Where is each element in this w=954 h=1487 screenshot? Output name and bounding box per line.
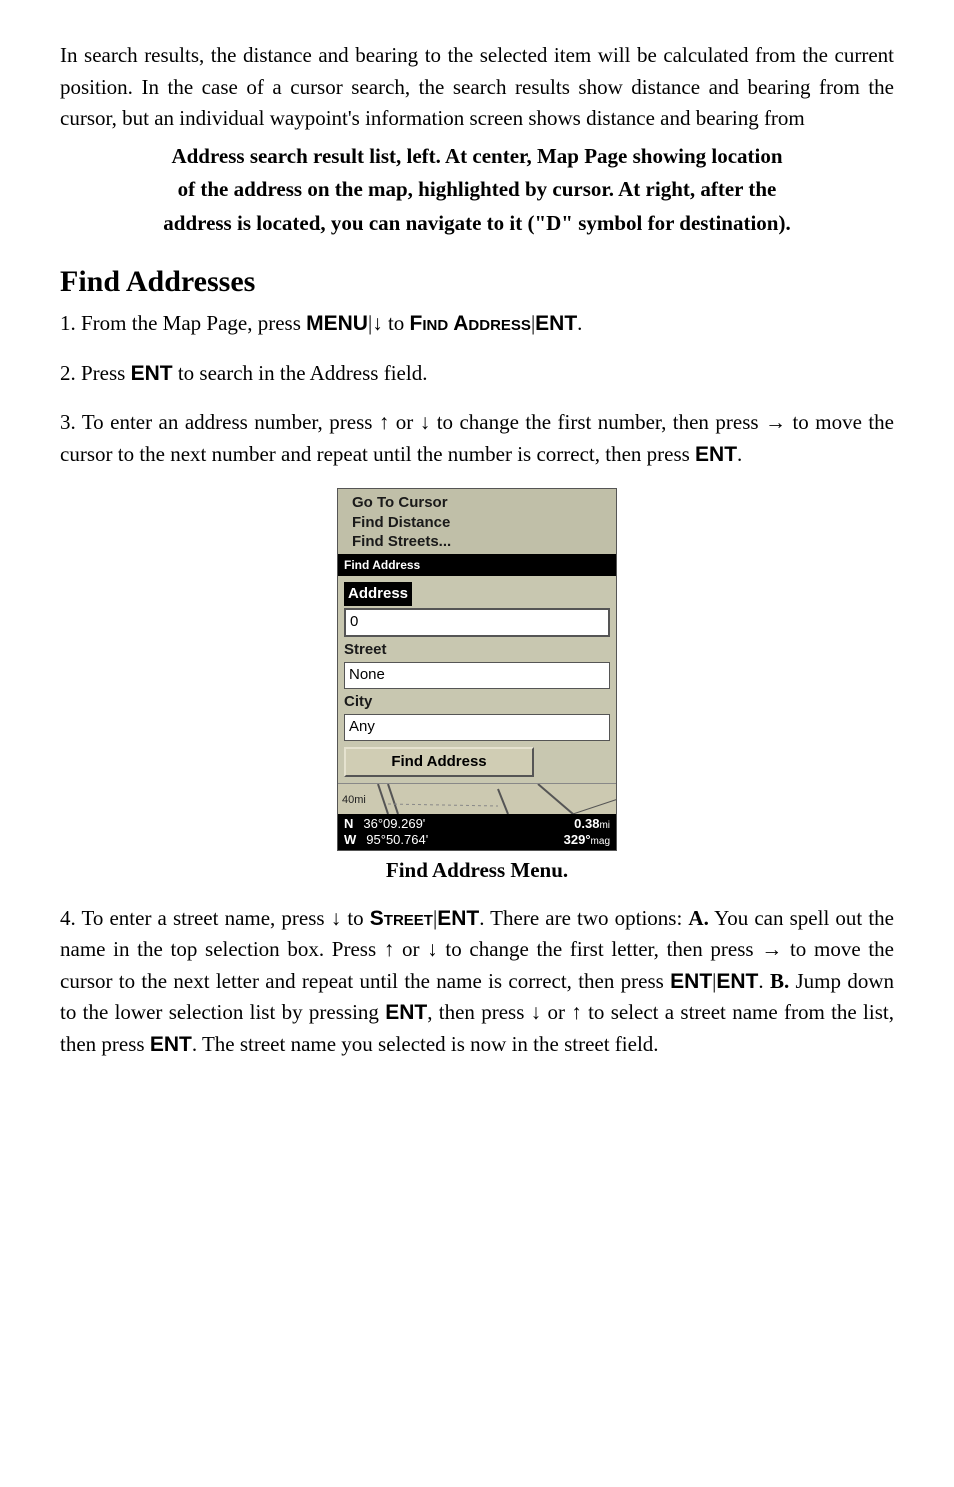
intro-paragraph: In search results, the distance and bear…	[60, 40, 894, 135]
lat-dir: N	[344, 816, 353, 831]
map-roads-icon	[338, 784, 616, 814]
figure: Go To Cursor Find Distance Find Streets.…	[60, 488, 894, 851]
step-4: 4. To enter a street name, press ↓ to St…	[60, 903, 894, 1061]
option-a-label: A.	[688, 906, 708, 930]
find-address-button: Find Address	[344, 747, 534, 778]
dist-value: 0.38	[574, 816, 599, 831]
menu-item-find-distance: Find Distance	[352, 513, 606, 533]
prev-caption-line1: Address search result list, left. At cen…	[60, 141, 894, 173]
distance-bearing: 0.38mi 329°mag	[564, 816, 610, 848]
s4-or: or	[394, 937, 427, 961]
key-ent: ENT	[716, 970, 758, 993]
step3-or: or	[389, 410, 419, 434]
s4-h: , then press	[427, 1000, 530, 1024]
key-ent: ENT	[670, 970, 712, 993]
input-city: Any	[344, 714, 610, 741]
label-street: Street	[344, 639, 610, 662]
s4-b: . There are two options:	[479, 906, 688, 930]
device-map-strip: 40mi	[338, 783, 616, 814]
key-ent: ENT	[437, 907, 479, 930]
prev-caption-line2: of the address on the map, highlighted b…	[60, 174, 894, 206]
option-b-label: B.	[770, 969, 789, 993]
step2-text-b: to search in the Address field.	[173, 361, 428, 385]
s4-a: 4. To enter a street name, press	[60, 906, 331, 930]
lat-value: 36°09.269'	[363, 816, 425, 831]
lon-value: 95°50.764'	[366, 832, 428, 847]
s4-j: . The street name you selected is now in…	[192, 1032, 659, 1056]
key-street: Street	[370, 907, 433, 930]
step-1: 1. From the Map Page, press MENU|↓ to Fi…	[60, 308, 894, 340]
s4-or2: or	[541, 1000, 571, 1024]
down-arrow-icon: ↓	[372, 312, 383, 335]
step-2: 2. Press ENT to search in the Address fi…	[60, 358, 894, 390]
s4-f: .	[758, 969, 770, 993]
step-3: 3. To enter an address number, press ↑ o…	[60, 407, 894, 470]
device-screenshot: Go To Cursor Find Distance Find Streets.…	[337, 488, 617, 851]
key-ent: ENT	[131, 362, 173, 385]
prev-caption-line3: address is located, you can navigate to …	[60, 208, 894, 240]
step2-text-a: 2. Press	[60, 361, 131, 385]
section-heading: Find Addresses	[60, 259, 894, 304]
step3-b: to change the first number, then press	[430, 410, 765, 434]
label-address: Address	[344, 582, 412, 607]
input-street: None	[344, 662, 610, 689]
label-city: City	[344, 691, 610, 714]
up-arrow-icon: ↑	[384, 938, 395, 961]
key-menu: MENU	[306, 312, 368, 335]
dist-unit: mi	[599, 820, 610, 831]
coordinates: N 36°09.269' W 95°50.764'	[344, 816, 428, 848]
down-arrow-icon: ↓	[331, 907, 342, 930]
down-arrow-icon: ↓	[531, 1001, 542, 1024]
bearing-unit: mag	[591, 836, 610, 847]
right-arrow-icon: →	[761, 938, 782, 961]
down-arrow-icon: ↓	[420, 411, 431, 434]
up-arrow-icon: ↑	[571, 1001, 582, 1024]
s4-to: to	[341, 906, 370, 930]
menu-item-goto-cursor: Go To Cursor	[352, 493, 606, 513]
bearing-value: 329°	[564, 832, 591, 847]
figure-caption: Find Address Menu.	[60, 855, 894, 887]
key-ent: ENT	[695, 443, 737, 466]
key-ent: ENT	[150, 1033, 192, 1056]
step1-to: to	[383, 311, 410, 335]
device-form: Address 0 Street None City Any Find Addr…	[338, 576, 616, 784]
down-arrow-icon: ↓	[427, 938, 438, 961]
menu-item-find-streets: Find Streets...	[352, 532, 606, 552]
right-arrow-icon: →	[765, 411, 786, 434]
menu-item-find-address-selected: Find Address	[338, 554, 616, 576]
up-arrow-icon: ↑	[379, 411, 390, 434]
step3-a: 3. To enter an address number, press	[60, 410, 379, 434]
lon-dir: W	[344, 832, 356, 847]
input-address: 0	[344, 608, 610, 637]
key-ent: ENT	[385, 1001, 427, 1024]
s4-d: to change the first letter, then press	[438, 937, 762, 961]
device-footer: N 36°09.269' W 95°50.764' 0.38mi 329°mag	[338, 814, 616, 850]
step1-end: .	[577, 311, 582, 335]
step1-text-a: 1. From the Map Page, press	[60, 311, 306, 335]
device-menu-top: Go To Cursor Find Distance Find Streets.…	[338, 489, 616, 554]
map-scale-label: 40mi	[342, 792, 366, 809]
key-ent: ENT	[535, 312, 577, 335]
key-find-address: Find Address	[410, 312, 531, 335]
step3-end: .	[737, 442, 742, 466]
